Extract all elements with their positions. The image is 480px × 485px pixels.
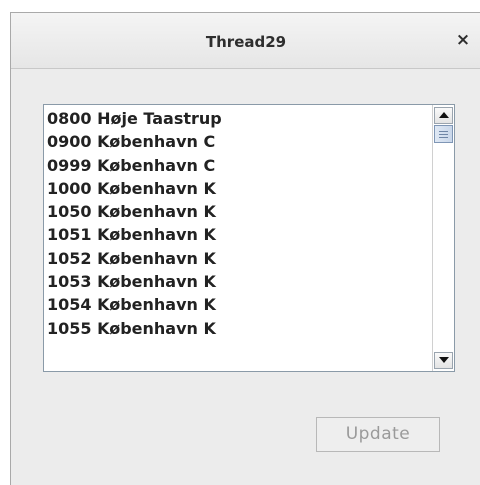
list-item[interactable]: 0999 København C — [44, 154, 431, 177]
title-bar[interactable]: Thread29 × — [11, 13, 480, 69]
window-title: Thread29 — [205, 33, 287, 51]
list-item[interactable]: 0800 Høje Taastrup — [44, 107, 431, 130]
grip-line — [439, 137, 448, 138]
dialog-window: Thread29 × 0800 Høje Taastrup 0900 Københ… — [10, 12, 480, 485]
update-button[interactable]: Update — [316, 417, 440, 452]
grip-line — [439, 134, 448, 135]
postal-code-list[interactable]: 0800 Høje Taastrup 0900 København C 0999 K… — [43, 104, 455, 372]
list-item[interactable]: 1055 København K — [44, 317, 431, 340]
close-icon[interactable]: × — [454, 30, 472, 50]
arrow-down-icon — [439, 357, 449, 363]
scroll-up-button[interactable] — [434, 107, 453, 124]
list-viewport[interactable]: 0800 Høje Taastrup 0900 København C 0999 K… — [44, 105, 431, 371]
list-item[interactable]: 1052 København K — [44, 247, 431, 270]
list-item[interactable]: 1054 København K — [44, 293, 431, 316]
arrow-up-icon — [439, 112, 449, 118]
list-item[interactable]: 1053 København K — [44, 270, 431, 293]
list-item[interactable]: 0900 København C — [44, 130, 431, 153]
list-item[interactable]: 1051 København K — [44, 223, 431, 246]
grip-line — [439, 131, 448, 132]
scroll-down-button[interactable] — [434, 352, 453, 369]
list-item[interactable]: 1000 København K — [44, 177, 431, 200]
scroll-thumb[interactable] — [434, 125, 453, 143]
list-item[interactable]: 1050 København K — [44, 200, 431, 223]
vertical-scrollbar[interactable] — [432, 105, 454, 371]
